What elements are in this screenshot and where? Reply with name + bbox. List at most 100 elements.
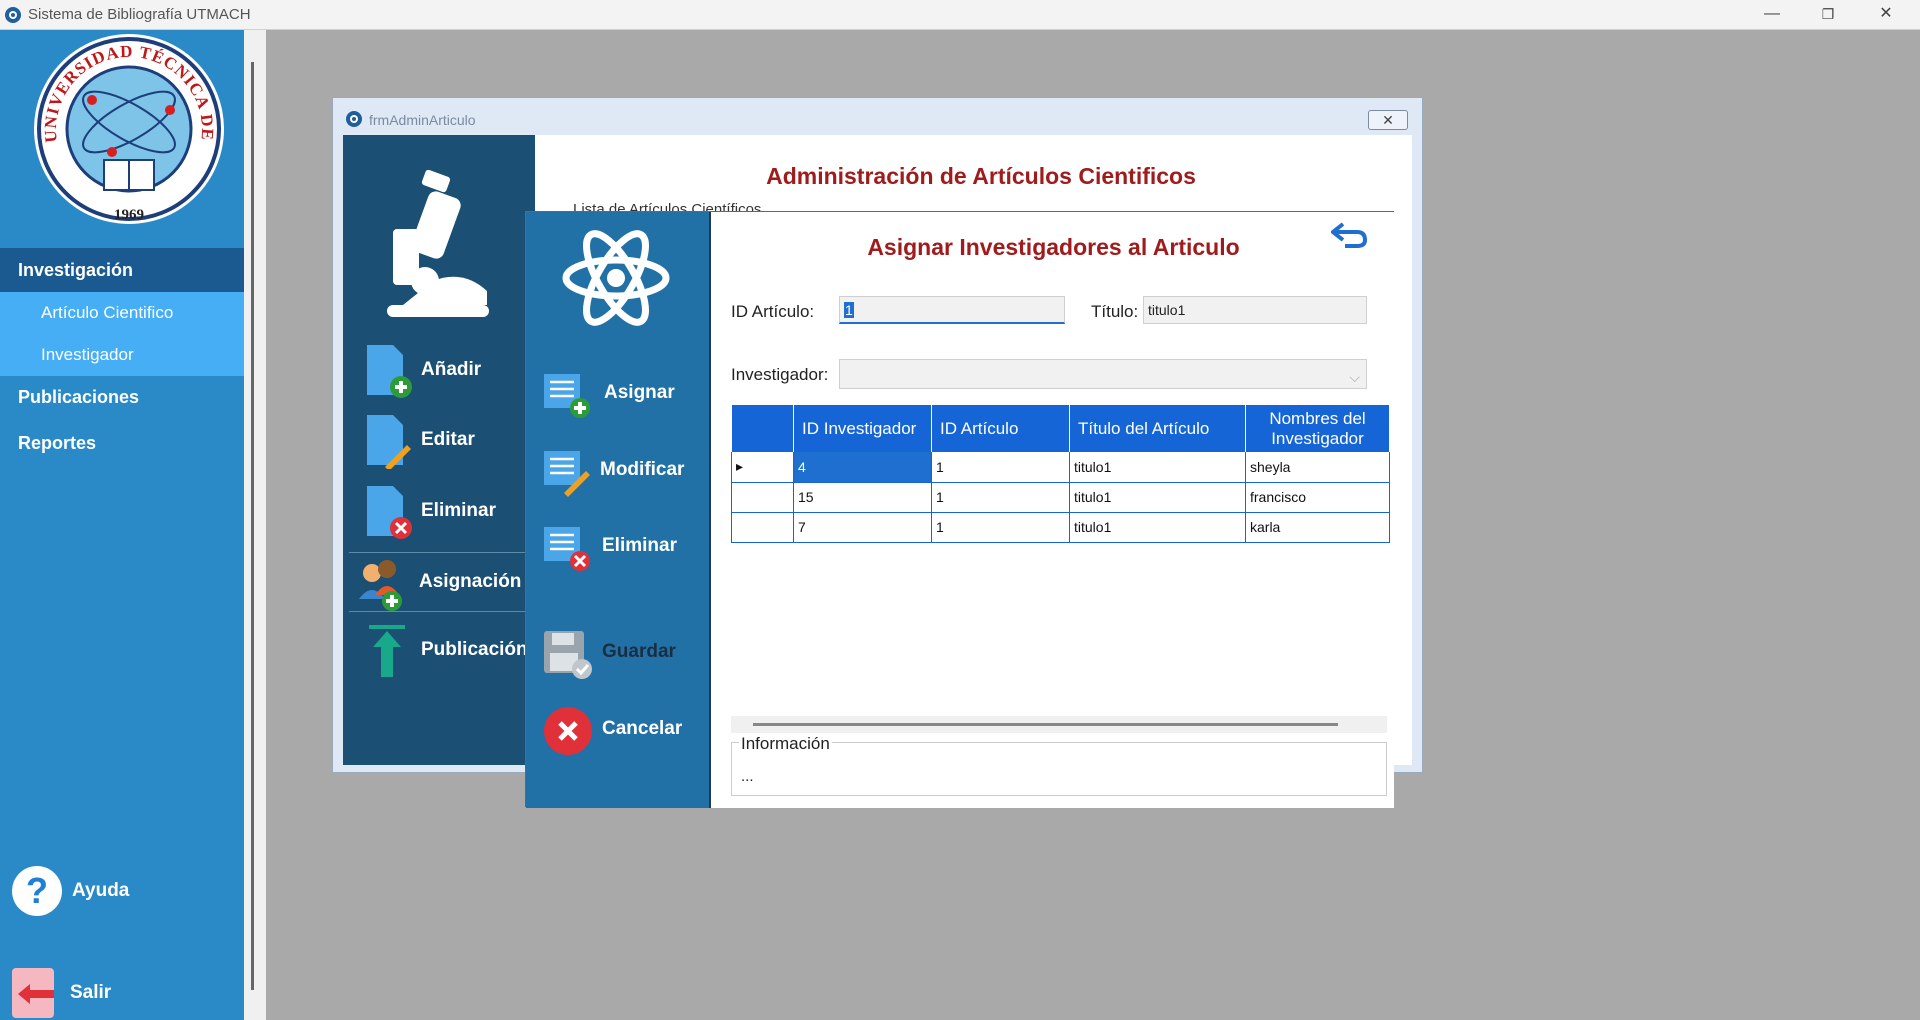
informacion-legend: Información	[739, 734, 832, 754]
salir-label: Salir	[70, 982, 112, 1003]
delete-document-icon	[367, 486, 412, 539]
asignacion-label: Asignación	[419, 571, 522, 592]
cancel-circle-icon	[544, 707, 592, 755]
investigador-label: Investigador:	[731, 365, 829, 384]
dialog-content: Asignar Investigadores al Articulo ID Ar…	[709, 212, 1394, 808]
eliminar-button[interactable]: Eliminar	[536, 517, 706, 577]
admin-heading: Administración de Artículos Cientificos	[766, 163, 1196, 189]
asignar-label: Asignar	[604, 382, 675, 403]
salir-button[interactable]: Salir	[12, 968, 212, 1020]
col-id-articulo[interactable]: ID Artículo	[931, 405, 1070, 452]
table-cell[interactable]: 15	[793, 482, 932, 513]
admin-window-close-button[interactable]: ✕	[1368, 110, 1408, 130]
minimize-button[interactable]: —	[1744, 0, 1800, 30]
assign-list-icon	[544, 374, 590, 418]
ayuda-button[interactable]: ? Ayuda	[12, 866, 212, 918]
id-articulo-label: ID Artículo:	[731, 302, 815, 321]
investigador-select[interactable]: ⌵	[839, 359, 1367, 389]
titulo-field[interactable]: titulo1	[1143, 296, 1367, 324]
editar-button[interactable]: Editar	[357, 411, 537, 471]
table-row[interactable]: 15 1 titulo1 francisco	[731, 482, 1390, 513]
eliminar-label: Eliminar	[602, 535, 677, 556]
guardar-label: Guardar	[602, 641, 676, 662]
table-cell[interactable]: 1	[931, 452, 1070, 483]
atom-icon	[562, 230, 670, 326]
anadir-button[interactable]: Añadir	[357, 341, 537, 401]
modificar-label: Modificar	[600, 459, 685, 480]
chevron-down-icon: ⌵	[1349, 369, 1360, 385]
university-logo: UNIVERSIDAD TÉCNICA DE MACHALA 1969	[32, 32, 224, 224]
window-titlebar: Sistema de Bibliografía UTMACH — ❐ ✕	[0, 0, 1920, 30]
col-titulo-articulo[interactable]: Título del Artículo	[1069, 405, 1246, 452]
table-cell[interactable]: 1	[931, 512, 1070, 543]
eliminar-doc-label: Eliminar	[421, 500, 496, 521]
admin-window-title: frmAdminArticulo	[369, 112, 476, 128]
table-cell[interactable]: 4	[793, 452, 932, 483]
sidebar-item-articulo-cientifico[interactable]: Artículo Cientifico	[0, 292, 244, 334]
grid-row-header-corner	[731, 405, 794, 452]
scrollbar-thumb[interactable]	[753, 723, 1338, 726]
asignacion-button[interactable]: Asignación	[349, 552, 535, 612]
exit-arrow-icon	[18, 984, 54, 1004]
col-id-investigador[interactable]: ID Investigador	[793, 405, 932, 452]
current-row-marker[interactable]: ▸	[731, 452, 794, 483]
table-cell[interactable]: 1	[931, 482, 1070, 513]
microscope-icon	[387, 169, 489, 317]
sidebar: UNIVERSIDAD TÉCNICA DE MACHALA 1969 Inve…	[0, 30, 244, 1020]
sidebar-item-investigador[interactable]: Investigador	[0, 334, 244, 376]
window-title: Sistema de Bibliografía UTMACH	[28, 6, 251, 23]
titulo-label: Título:	[1091, 302, 1139, 321]
table-row[interactable]: 7 1 titulo1 karla	[731, 512, 1390, 543]
cancelar-button[interactable]: Cancelar	[536, 700, 706, 760]
ayuda-label: Ayuda	[72, 880, 130, 901]
table-cell[interactable]: karla	[1245, 512, 1390, 543]
upload-arrow-icon	[369, 625, 405, 677]
save-disk-icon	[544, 631, 592, 679]
guardar-button[interactable]: Guardar	[536, 623, 706, 683]
restore-button[interactable]: ❐	[1800, 0, 1856, 30]
cancelar-label: Cancelar	[602, 718, 683, 739]
modificar-button[interactable]: Modificar	[536, 441, 706, 501]
back-arrow-icon[interactable]	[1331, 218, 1369, 252]
logo-year: 1969	[114, 207, 144, 223]
edit-list-icon	[544, 451, 590, 497]
grid-header-row: ID Investigador ID Artículo Título del A…	[731, 405, 1390, 452]
dialog-heading: Asignar Investigadores al Articulo	[867, 234, 1240, 260]
sidebar-gutter	[244, 30, 266, 1020]
sidebar-section-publicaciones[interactable]: Publicaciones	[0, 375, 244, 419]
id-articulo-value: 1	[844, 302, 854, 318]
table-row[interactable]: ▸ 4 1 titulo1 sheyla	[731, 452, 1390, 483]
table-cell[interactable]: titulo1	[1069, 452, 1246, 483]
table-cell[interactable]: 7	[793, 512, 932, 543]
delete-list-icon	[544, 527, 590, 571]
sidebar-section-reportes[interactable]: Reportes	[0, 421, 244, 465]
row-header[interactable]	[731, 482, 794, 513]
table-cell[interactable]: sheyla	[1245, 452, 1390, 483]
table-cell[interactable]: francisco	[1245, 482, 1390, 513]
investigadores-grid[interactable]: ID Investigador ID Artículo Título del A…	[731, 405, 1390, 752]
edit-document-icon	[367, 415, 411, 469]
sidebar-section-investigacion[interactable]: Investigación	[0, 248, 244, 292]
sidebar-scrollbar[interactable]	[251, 62, 254, 990]
table-cell[interactable]: titulo1	[1069, 512, 1246, 543]
grid-horizontal-scrollbar[interactable]	[731, 716, 1387, 733]
asignar-investigadores-dialog: Asignar Modificar Eliminar Guardar Cance…	[525, 211, 1394, 808]
assign-users-icon	[359, 560, 402, 611]
publicacion-button[interactable]: Publicación	[357, 621, 537, 681]
eliminar-doc-button[interactable]: Eliminar	[357, 482, 537, 542]
publicacion-label: Publicación	[421, 639, 528, 660]
app-icon	[5, 7, 21, 23]
asignar-button[interactable]: Asignar	[536, 364, 706, 424]
id-articulo-field[interactable]: 1	[839, 296, 1065, 324]
anadir-label: Añadir	[421, 359, 482, 380]
row-header[interactable]	[731, 512, 794, 543]
editar-label: Editar	[421, 429, 475, 450]
col-nombres-investigador[interactable]: Nombres del Investigador	[1245, 405, 1390, 452]
close-button[interactable]: ✕	[1858, 0, 1914, 30]
window-icon	[346, 111, 362, 127]
table-cell[interactable]: titulo1	[1069, 482, 1246, 513]
question-icon: ?	[12, 866, 62, 916]
add-document-icon	[367, 345, 412, 398]
informacion-text: ...	[741, 768, 754, 785]
dialog-toolbar: Asignar Modificar Eliminar Guardar Cance…	[526, 212, 709, 808]
